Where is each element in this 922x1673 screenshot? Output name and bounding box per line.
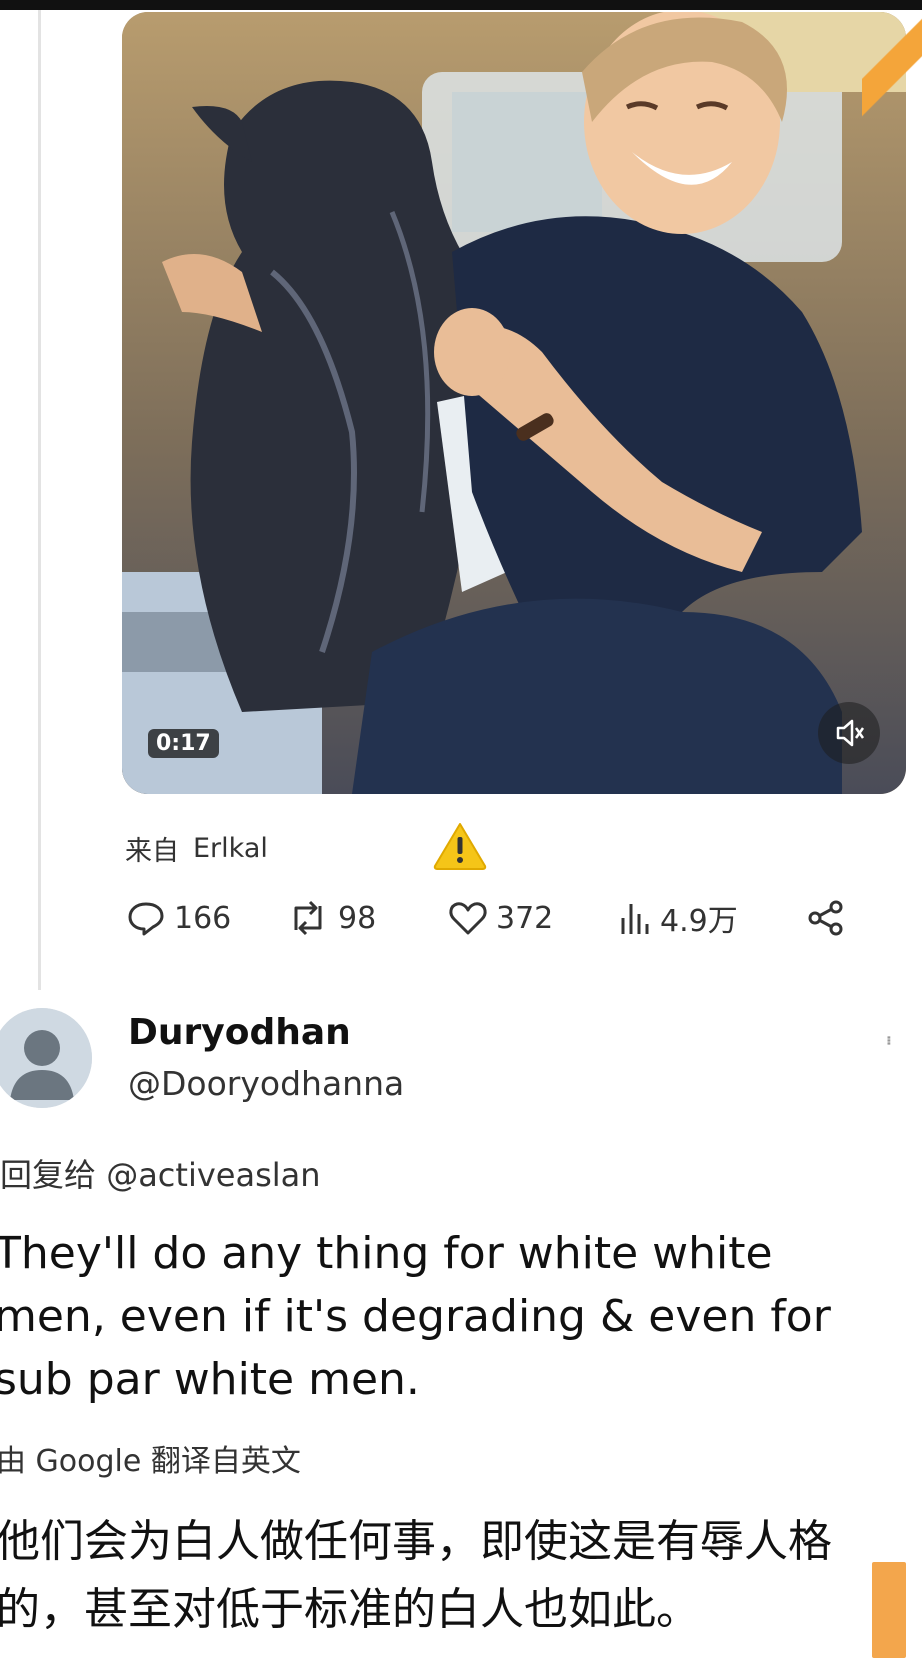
like-icon bbox=[449, 902, 487, 935]
reply-text-english: They'll do any thing for white white men… bbox=[0, 1228, 831, 1405]
share-icon bbox=[808, 900, 843, 936]
views-icon bbox=[621, 904, 649, 934]
reply-text-chinese: 他们会为白人做任何事，即使这是有辱人格的，甚至对低于标准的白人也如此。 bbox=[0, 1516, 832, 1635]
video-media[interactable]: 0:17 bbox=[122, 12, 906, 794]
reply-to-line: 回复给 @activeaslan bbox=[0, 1150, 321, 1196]
repost-action[interactable]: 98 bbox=[286, 893, 376, 943]
corner-decoration bbox=[862, 10, 922, 120]
side-accent-bar bbox=[872, 1562, 906, 1658]
avatar-icon bbox=[0, 1008, 92, 1108]
like-count: 372 bbox=[496, 900, 554, 936]
view-count: 4.9万 bbox=[660, 904, 738, 939]
translation-attribution: 由 Google 翻译自英文 bbox=[0, 1444, 301, 1479]
repost-icon bbox=[294, 900, 322, 936]
avatar[interactable] bbox=[0, 1008, 92, 1108]
reply-count: 166 bbox=[174, 900, 232, 936]
post-screen: 0:17 来自 Erlkal 166 98 372 4.9万 Duryodhan… bbox=[0, 0, 922, 1673]
reply-to-prefix: 回复给 bbox=[0, 1156, 97, 1194]
status-bar bbox=[0, 0, 922, 10]
mute-button[interactable] bbox=[818, 702, 880, 764]
reply-icon bbox=[128, 902, 164, 936]
thread-connector-line bbox=[38, 10, 41, 990]
reply-author-handle[interactable]: @Dooryodhanna bbox=[128, 1064, 404, 1103]
action-bar: 166 98 372 4.9万 bbox=[126, 893, 876, 943]
like-action[interactable]: 372 bbox=[448, 893, 553, 943]
reply-to-handle[interactable]: @activeaslan bbox=[106, 1156, 320, 1194]
warning-icon bbox=[433, 823, 487, 870]
views-action[interactable]: 4.9万 bbox=[618, 893, 738, 943]
reply-author-name[interactable]: Duryodhan bbox=[128, 1012, 351, 1053]
share-action[interactable] bbox=[806, 893, 846, 943]
video-source[interactable]: 来自 Erlkal bbox=[125, 828, 268, 868]
repost-count: 98 bbox=[338, 900, 377, 936]
more-options-button[interactable]: ··· bbox=[875, 1034, 900, 1043]
source-name[interactable]: Erlkal bbox=[193, 833, 268, 864]
video-frame-image bbox=[122, 12, 906, 794]
video-duration-badge: 0:17 bbox=[148, 729, 219, 758]
reply-action[interactable]: 166 bbox=[126, 893, 231, 943]
source-prefix: 来自 bbox=[125, 835, 179, 867]
mute-icon bbox=[836, 719, 865, 747]
